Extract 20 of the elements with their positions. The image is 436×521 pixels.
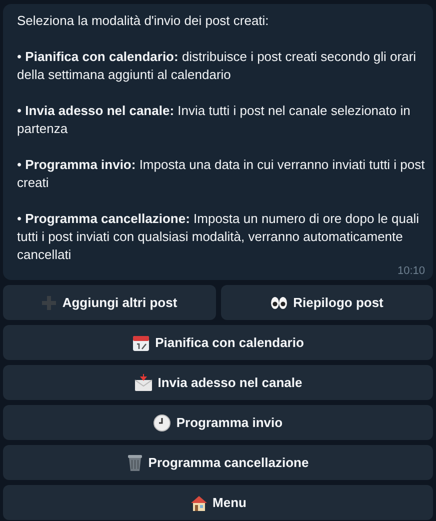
keyboard-button[interactable]: Programma cancellazione bbox=[3, 445, 433, 480]
trash-can-icon bbox=[127, 454, 144, 472]
keyboard-button[interactable]: Aggiungi altri post bbox=[3, 285, 216, 320]
message-text: • Programma cancellazione: Imposta un numero di ore dopo le quali tutti i post inviati con qualsiasi modalità, verranno automaticamente cancellati bbox=[17, 210, 420, 264]
keyboard-button[interactable]: Pianifica con calendario bbox=[3, 325, 433, 360]
eyes-icon bbox=[270, 294, 288, 310]
plus-icon bbox=[41, 294, 58, 310]
keyboard-button[interactable]: Programma invio bbox=[3, 405, 433, 440]
keyboard-button[interactable]: Invia adesso nel canale bbox=[3, 365, 433, 400]
keyboard-button[interactable]: Menu bbox=[3, 485, 433, 520]
keyboard-button[interactable]: Riepilogo post bbox=[220, 285, 433, 320]
message-text: • Invia adesso nel canale: Invia tutti i post nel canale selezionato in partenza bbox=[17, 102, 412, 138]
message-text: • Programma invio: Imposta una data in cui verranno inviati tutti i post creati bbox=[17, 156, 425, 192]
calendar-icon bbox=[132, 334, 150, 352]
envelope-icon bbox=[134, 374, 153, 392]
message-text: • Pianifica con calendario: distribuisce i post creati secondo gli orari della settimana aggiunti al calendario bbox=[17, 48, 418, 84]
clock-icon bbox=[153, 414, 172, 432]
message-text: Seleziona la modalità d'invio dei post creati: bbox=[17, 12, 270, 30]
house-icon bbox=[190, 494, 208, 512]
message-time: 10:10 bbox=[397, 264, 425, 278]
